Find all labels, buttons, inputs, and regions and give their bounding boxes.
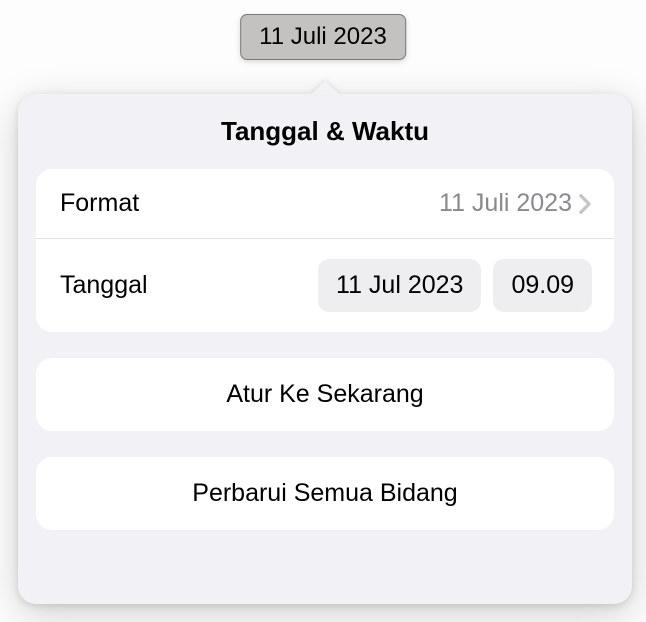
set-to-now-button[interactable]: Atur Ke Sekarang (36, 358, 614, 431)
settings-group: Format 11 Juli 2023 Tanggal 11 Jul 2023 … (36, 169, 614, 332)
date-time-pills: 11 Jul 2023 09.09 (318, 259, 592, 312)
update-all-fields-button[interactable]: Perbarui Semua Bidang (36, 457, 614, 530)
date-time-popover: Tanggal & Waktu Format 11 Juli 2023 Tang… (18, 94, 632, 604)
format-value: 11 Juli 2023 (439, 189, 572, 218)
format-value-wrap: 11 Juli 2023 (439, 189, 592, 218)
date-field-text: 11 Juli 2023 (259, 23, 387, 50)
date-label: Tanggal (60, 271, 148, 300)
format-label: Format (60, 189, 139, 218)
set-to-now-label: Atur Ke Sekarang (226, 380, 423, 408)
date-value: 11 Jul 2023 (336, 271, 463, 299)
popover-caret (310, 81, 340, 95)
time-picker-button[interactable]: 09.09 (493, 259, 592, 312)
date-row: Tanggal 11 Jul 2023 09.09 (36, 238, 614, 332)
popover-title: Tanggal & Waktu (36, 116, 614, 147)
date-field-chip[interactable]: 11 Juli 2023 (240, 14, 406, 60)
chevron-right-icon (578, 193, 592, 215)
update-all-fields-label: Perbarui Semua Bidang (192, 479, 457, 507)
time-value: 09.09 (511, 271, 574, 299)
format-row[interactable]: Format 11 Juli 2023 (36, 169, 614, 238)
date-picker-button[interactable]: 11 Jul 2023 (318, 259, 481, 312)
